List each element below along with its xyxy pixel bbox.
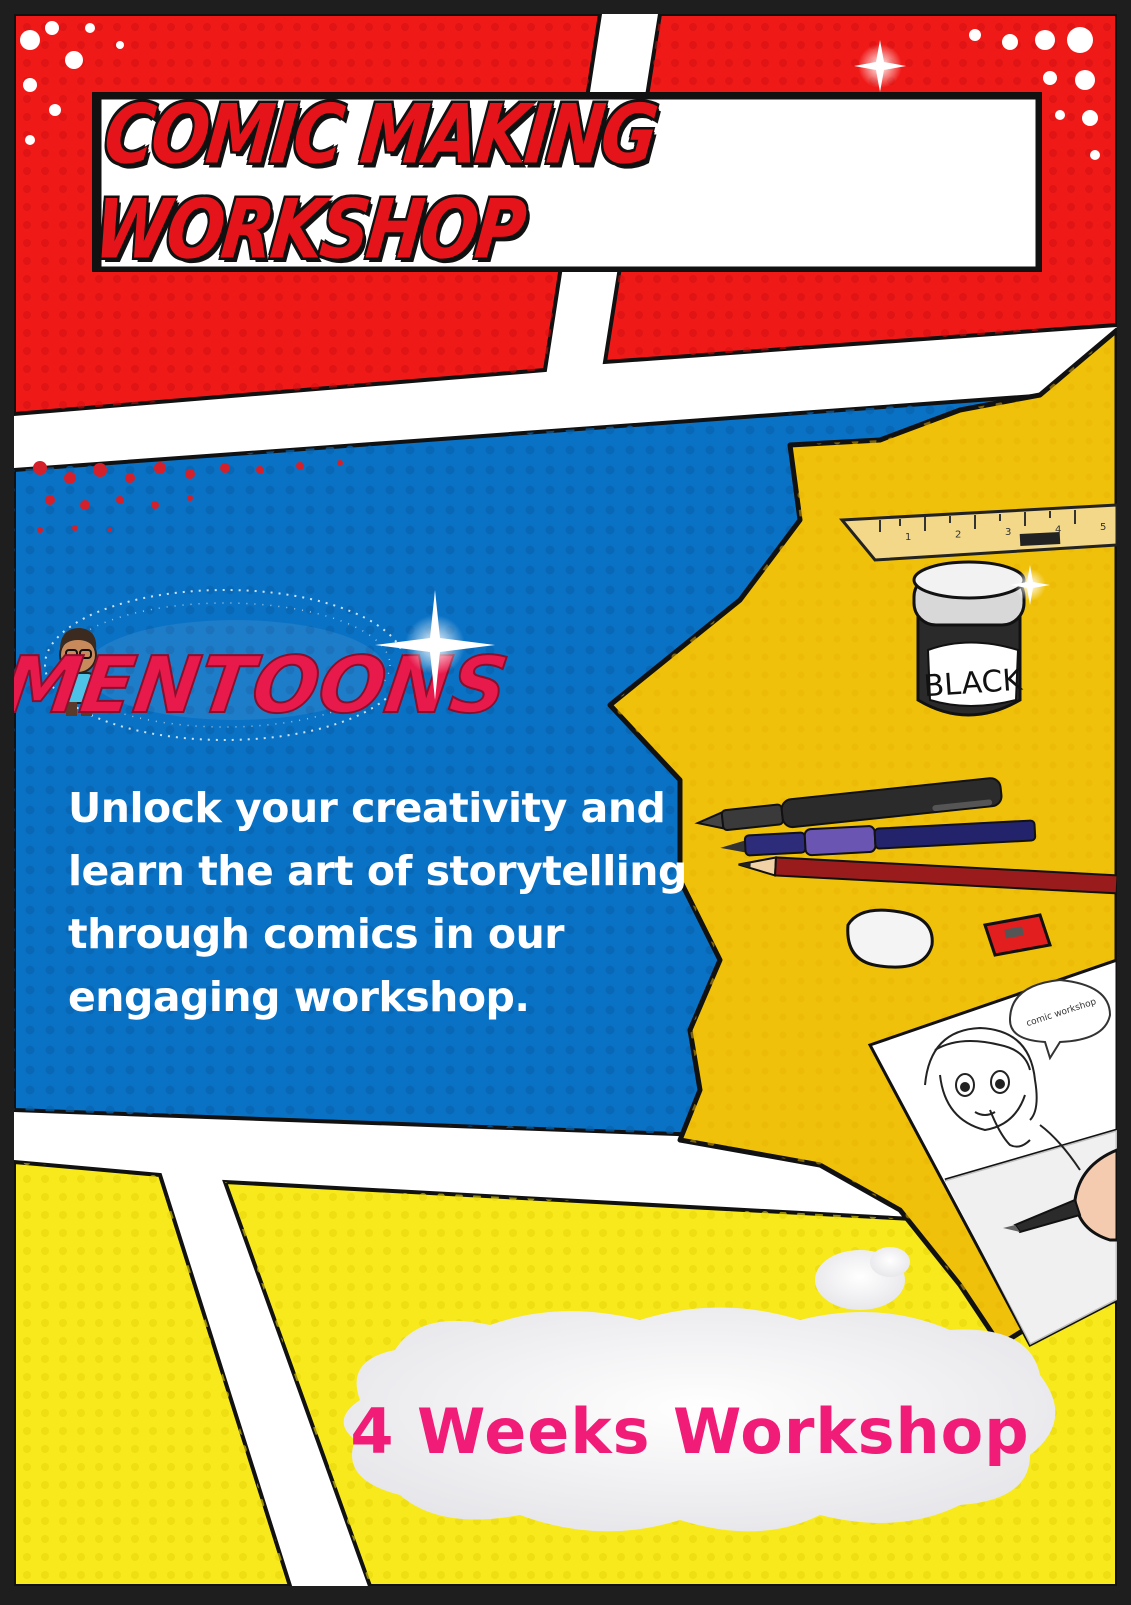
workshop-description: Unlock your creativity and learn the art…	[68, 784, 687, 1021]
poster-title: Comic Making Workshop	[90, 88, 660, 278]
workshop-duration: 4 Weeks Workshop	[350, 1395, 1030, 1468]
ruler-tick-label: 5	[1100, 522, 1106, 533]
poster: BLACK comic workshop MENTOONS 1 2 3 4 5 …	[0, 0, 1131, 1600]
ink-jar-illustration: BLACK	[912, 560, 1026, 717]
ruler-tick-label: 2	[955, 530, 961, 541]
ruler-tick-label: 3	[1005, 527, 1011, 538]
ink-jar-label: BLACK	[922, 663, 1024, 705]
eraser-illustration	[846, 908, 934, 969]
ruler-tick-label: 4	[1055, 525, 1061, 536]
ruler-tick-label: 1	[905, 532, 911, 543]
